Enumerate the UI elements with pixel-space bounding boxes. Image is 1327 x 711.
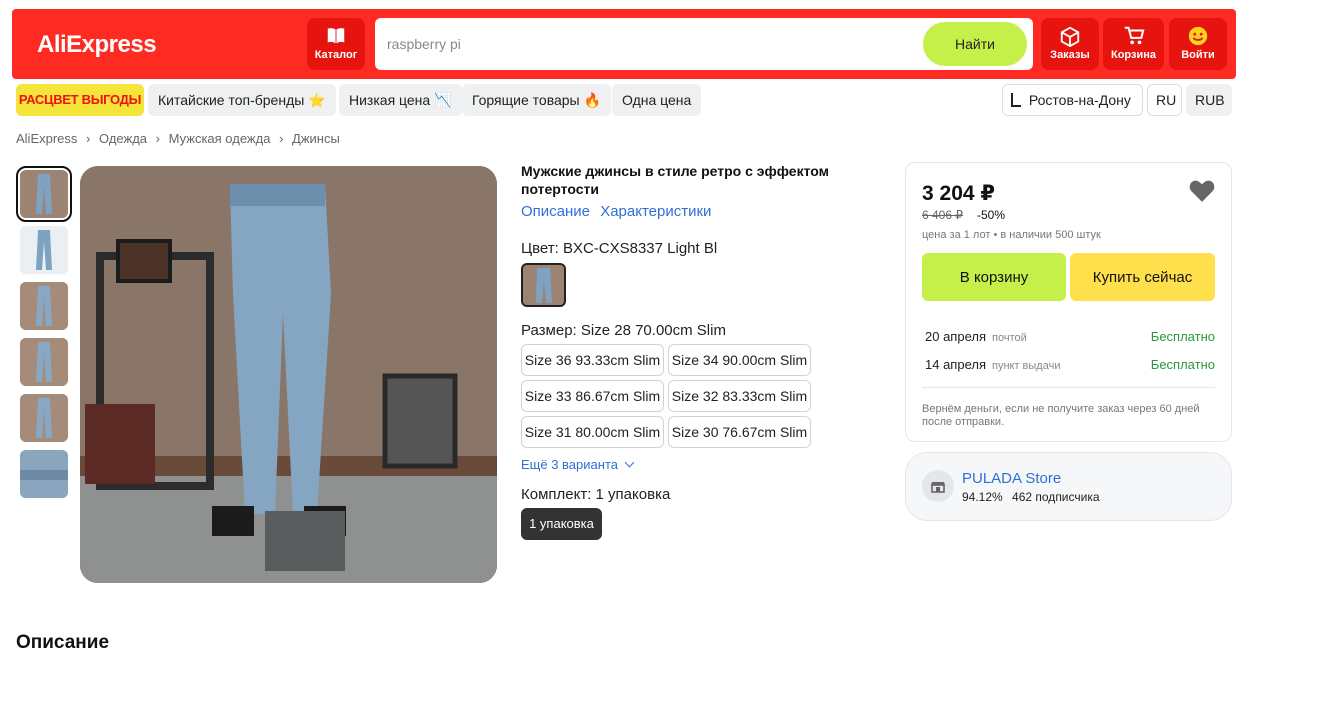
chip-one-price[interactable]: Одна цена xyxy=(612,84,702,116)
add-to-cart-button[interactable]: В корзину xyxy=(922,253,1066,301)
location-selector[interactable]: Ростов-на-Дону xyxy=(1002,84,1143,116)
buy-now-button[interactable]: Купить сейчас xyxy=(1070,253,1215,301)
cart-icon xyxy=(1124,26,1144,45)
product-thumbnail[interactable] xyxy=(20,226,68,274)
more-variants-label: Ещё 3 варианта xyxy=(521,457,618,472)
size-option[interactable]: Size 36 93.33cm Slim xyxy=(521,344,664,376)
product-title: Мужские джинсы в стиле ретро с эффектом … xyxy=(521,163,829,197)
divider xyxy=(922,387,1215,388)
chevron-right-icon: › xyxy=(86,131,91,146)
header-bar: AliExpress Каталог Найти Заказы Корзина … xyxy=(12,9,1236,79)
jeans-thumb-image xyxy=(20,282,68,330)
delivery-method: почтой xyxy=(992,332,1027,344)
size-option[interactable]: Size 32 83.33cm Slim xyxy=(668,380,811,412)
chevron-right-icon: › xyxy=(155,131,160,146)
jeans-product-photo xyxy=(80,166,497,583)
chevron-down-icon xyxy=(624,457,635,468)
shop-icon-glyph xyxy=(931,482,945,493)
breadcrumb-item[interactable]: Джинсы xyxy=(292,131,340,146)
chevron-right-icon: › xyxy=(279,131,284,146)
cart-button[interactable]: Корзина xyxy=(1103,18,1164,70)
delivery-method: пункт выдачи xyxy=(992,360,1061,372)
chip-hot-deals[interactable]: Горящие товары 🔥 xyxy=(462,84,611,116)
location-pin-icon xyxy=(1011,93,1021,107)
chip-low-price[interactable]: Низкая цена 📉 xyxy=(339,84,462,116)
color-swatch[interactable] xyxy=(521,263,566,307)
aliexpress-logo[interactable]: AliExpress xyxy=(37,31,157,59)
box-icon xyxy=(1060,26,1080,47)
color-label: Цвет: BXC-CXS8337 Light Bl xyxy=(521,240,718,257)
store-card[interactable]: PULADA Store 94.12% 462 подписчика xyxy=(905,452,1232,521)
breadcrumb: AliExpress › Одежда › Мужская одежда › Д… xyxy=(16,131,340,146)
orders-label: Заказы xyxy=(1050,49,1090,61)
search-input[interactable] xyxy=(387,18,907,70)
store-followers: 462 подписчика xyxy=(1012,490,1100,504)
tab-description[interactable]: Описание xyxy=(521,203,590,220)
section-title: Описание xyxy=(16,632,110,653)
language-selector[interactable]: RU xyxy=(1147,84,1182,116)
bundle-option[interactable]: 1 упаковка xyxy=(521,508,602,540)
old-price: 6 406 ₽ xyxy=(922,208,963,222)
jeans-thumb-image xyxy=(20,170,68,218)
search-box: Найти xyxy=(375,18,1033,70)
product-thumbnail[interactable] xyxy=(16,166,72,222)
store-icon xyxy=(922,470,954,502)
product-tabs: Описание Характеристики xyxy=(521,203,711,220)
store-stats: 94.12% 462 подписчика xyxy=(962,490,1100,504)
jeans-thumb-image xyxy=(20,226,68,274)
search-button[interactable]: Найти xyxy=(923,22,1027,66)
product-thumbnail[interactable] xyxy=(20,450,68,498)
product-thumbnail[interactable] xyxy=(20,338,68,386)
jeans-thumb-image xyxy=(20,338,68,386)
delivery-date: 20 апреля xyxy=(925,329,986,344)
login-button[interactable]: Войти xyxy=(1169,18,1227,70)
bundle-label: Комплект: 1 упаковка xyxy=(521,486,671,503)
size-label: Размер: Size 28 70.00cm Slim xyxy=(521,322,726,339)
refund-note: Вернём деньги, если не получите заказ че… xyxy=(922,403,1200,428)
delivery-option: 14 апреля пункт выдачи xyxy=(925,357,1060,372)
tab-specs[interactable]: Характеристики xyxy=(600,203,711,220)
size-option[interactable]: Size 33 86.67cm Slim xyxy=(521,380,664,412)
delivery-date: 14 апреля xyxy=(925,357,986,372)
catalog-label: Каталог xyxy=(314,49,358,61)
book-icon xyxy=(327,28,345,44)
delivery-cost: Бесплатно xyxy=(1150,357,1215,372)
orders-button[interactable]: Заказы xyxy=(1041,18,1099,70)
breadcrumb-item[interactable]: Мужская одежда xyxy=(169,131,271,146)
store-rating: 94.12% xyxy=(962,490,1003,504)
login-label: Войти xyxy=(1181,49,1215,61)
breadcrumb-item[interactable]: Одежда xyxy=(99,131,147,146)
promo-banner[interactable]: РАСЦВЕТ ВЫГОДЫ xyxy=(16,84,144,116)
more-variants-link[interactable]: Ещё 3 варианта xyxy=(521,457,635,472)
delivery-option: 20 апреля почтой xyxy=(925,329,1027,344)
current-price: 3 204 ₽ xyxy=(922,182,995,205)
cart-label: Корзина xyxy=(1111,49,1156,61)
breadcrumb-item[interactable]: AliExpress xyxy=(16,131,77,146)
jeans-detail-thumb-image xyxy=(20,450,68,498)
delivery-cost: Бесплатно xyxy=(1150,329,1215,344)
chip-top-brands[interactable]: Китайские топ-бренды ⭐ xyxy=(148,84,336,116)
location-label: Ростов-на-Дону xyxy=(1028,92,1131,108)
size-option[interactable]: Size 30 76.67cm Slim xyxy=(668,416,811,448)
currency-selector[interactable]: RUB xyxy=(1186,84,1232,116)
discount-badge: -50% xyxy=(977,208,1006,222)
product-thumbnail[interactable] xyxy=(20,282,68,330)
smiley-icon xyxy=(1188,26,1208,46)
product-thumbnail[interactable] xyxy=(20,394,68,442)
heart-icon[interactable] xyxy=(1189,179,1215,203)
catalog-button[interactable]: Каталог xyxy=(307,18,365,70)
store-name[interactable]: PULADA Store xyxy=(962,470,1061,487)
size-option[interactable]: Size 31 80.00cm Slim xyxy=(521,416,664,448)
jeans-thumb-image xyxy=(20,394,68,442)
size-option[interactable]: Size 34 90.00cm Slim xyxy=(668,344,811,376)
buy-box: 3 204 ₽ 6 406 ₽ -50% цена за 1 лот • в н… xyxy=(905,162,1232,442)
main-product-image[interactable] xyxy=(80,166,497,583)
jeans-swatch-image xyxy=(523,265,564,305)
stock-note: цена за 1 лот • в наличии 500 штук xyxy=(922,229,1101,241)
